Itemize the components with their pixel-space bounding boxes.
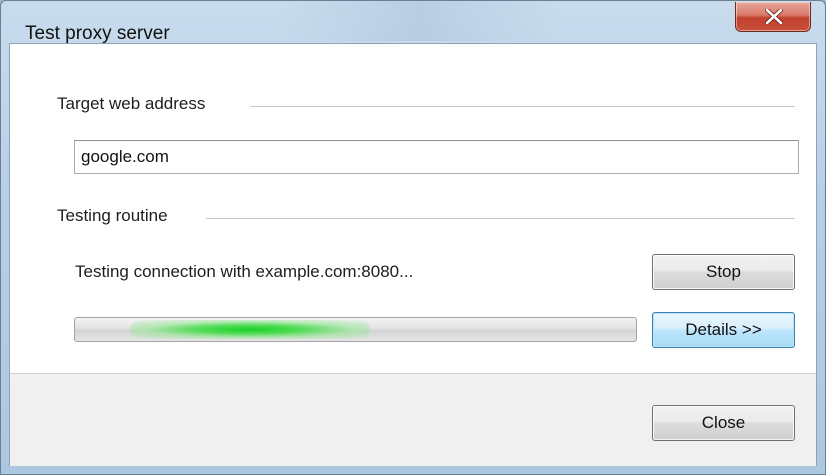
close-button[interactable]: Close: [652, 405, 795, 441]
window-title: Test proxy server: [25, 23, 170, 44]
target-group-label: Target web address: [57, 94, 216, 114]
testing-group-divider: [206, 218, 795, 219]
close-icon: [765, 9, 783, 24]
dialog-window: Test proxy server Target web address Tes…: [0, 0, 826, 475]
title-bar[interactable]: Test proxy server: [1, 1, 825, 44]
status-text: Testing connection with example.com:8080…: [75, 262, 414, 281]
stop-button[interactable]: Stop: [652, 254, 795, 290]
footer-band: Close: [10, 373, 816, 466]
window-close-button[interactable]: [735, 2, 811, 32]
target-address-input[interactable]: [74, 140, 799, 174]
dialog-client-area: Target web address Testing routine Testi…: [9, 43, 817, 466]
testing-group-label: Testing routine: [57, 206, 178, 226]
target-group-divider: [250, 106, 795, 107]
details-button[interactable]: Details >>: [652, 312, 795, 348]
progress-glow: [130, 320, 370, 339]
progress-bar: [74, 317, 637, 342]
